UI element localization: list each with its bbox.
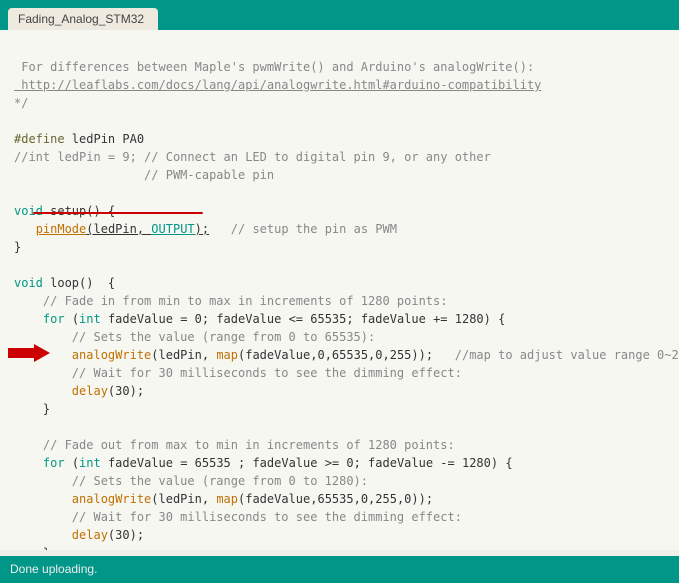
args: (fadeValue,0,65535,0,255)); bbox=[238, 348, 433, 362]
comment-line: // Wait for 30 milliseconds to see the d… bbox=[14, 510, 462, 524]
paren: () { bbox=[79, 276, 115, 290]
comment-line: // Wait for 30 milliseconds to see the d… bbox=[14, 366, 462, 380]
define-keyword: #define bbox=[14, 132, 65, 146]
analogwrite-fn: analogWrite bbox=[72, 348, 151, 362]
int-keyword: int bbox=[79, 456, 101, 470]
status-message: Done uploading. bbox=[10, 562, 97, 576]
comment-line: // Fade in from min to max in increments… bbox=[14, 294, 447, 308]
for-body: fadeValue = 65535 ; fadeValue >= 0; fade… bbox=[101, 456, 513, 470]
args: (ledPin, bbox=[151, 492, 216, 506]
paren: ( bbox=[65, 456, 79, 470]
args: (30); bbox=[108, 528, 144, 542]
brace: } bbox=[14, 546, 50, 550]
comment-line: // Sets the value (range from 0 to 65535… bbox=[14, 330, 375, 344]
for-body: fadeValue = 0; fadeValue <= 65535; fadeV… bbox=[101, 312, 506, 326]
status-bar: Done uploading. bbox=[0, 556, 679, 583]
args: (fadeValue,65535,0,255,0)); bbox=[238, 492, 433, 506]
setup-fn: setup bbox=[43, 204, 86, 218]
code-editor[interactable]: For differences between Maple's pwmWrite… bbox=[0, 30, 679, 550]
brace: } bbox=[14, 402, 50, 416]
tab-fading-analog[interactable]: Fading_Analog_STM32 bbox=[8, 8, 158, 30]
paren: ( bbox=[65, 312, 79, 326]
red-arrow-annotation bbox=[8, 344, 50, 362]
map-fn: map bbox=[216, 492, 238, 506]
comment-line: // Sets the value (range from 0 to 1280)… bbox=[14, 474, 368, 488]
for-keyword: for bbox=[43, 456, 65, 470]
comment-line: // setup the pin as PWM bbox=[209, 222, 397, 236]
args: (ledPin, bbox=[151, 348, 216, 362]
red-underline-annotation bbox=[33, 212, 203, 214]
output-const: OUTPUT bbox=[151, 222, 194, 236]
int-keyword: int bbox=[79, 312, 101, 326]
paren: () { bbox=[86, 204, 115, 218]
args: (30); bbox=[108, 384, 144, 398]
pinmode-fn: pinMode bbox=[36, 222, 87, 236]
pinmode-args: (ledPin, bbox=[86, 222, 151, 236]
delay-fn: delay bbox=[72, 528, 108, 542]
map-fn: map bbox=[216, 348, 238, 362]
loop-fn: loop bbox=[43, 276, 79, 290]
comment-end: */ bbox=[14, 96, 28, 110]
comment-line: For differences between Maple's pwmWrite… bbox=[14, 60, 534, 74]
brace: } bbox=[14, 240, 21, 254]
comment-line: // Fade out from max to min in increment… bbox=[14, 438, 455, 452]
delay-fn: delay bbox=[72, 384, 108, 398]
comment-link[interactable]: http://leaflabs.com/docs/lang/api/analog… bbox=[14, 78, 541, 92]
comment-line: //map to adjust value range 0~255 bbox=[433, 348, 679, 362]
tab-bar: Fading_Analog_STM32 bbox=[0, 6, 679, 30]
define-value: ledPin PA0 bbox=[65, 132, 144, 146]
analogwrite-fn: analogWrite bbox=[72, 492, 151, 506]
for-keyword: for bbox=[43, 312, 65, 326]
void-keyword: void bbox=[14, 276, 43, 290]
void-keyword: void bbox=[14, 204, 43, 218]
comment-line: //int ledPin = 9; // Connect an LED to d… bbox=[14, 150, 491, 164]
comment-line: // PWM-capable pin bbox=[14, 168, 274, 182]
paren: ); bbox=[195, 222, 209, 236]
